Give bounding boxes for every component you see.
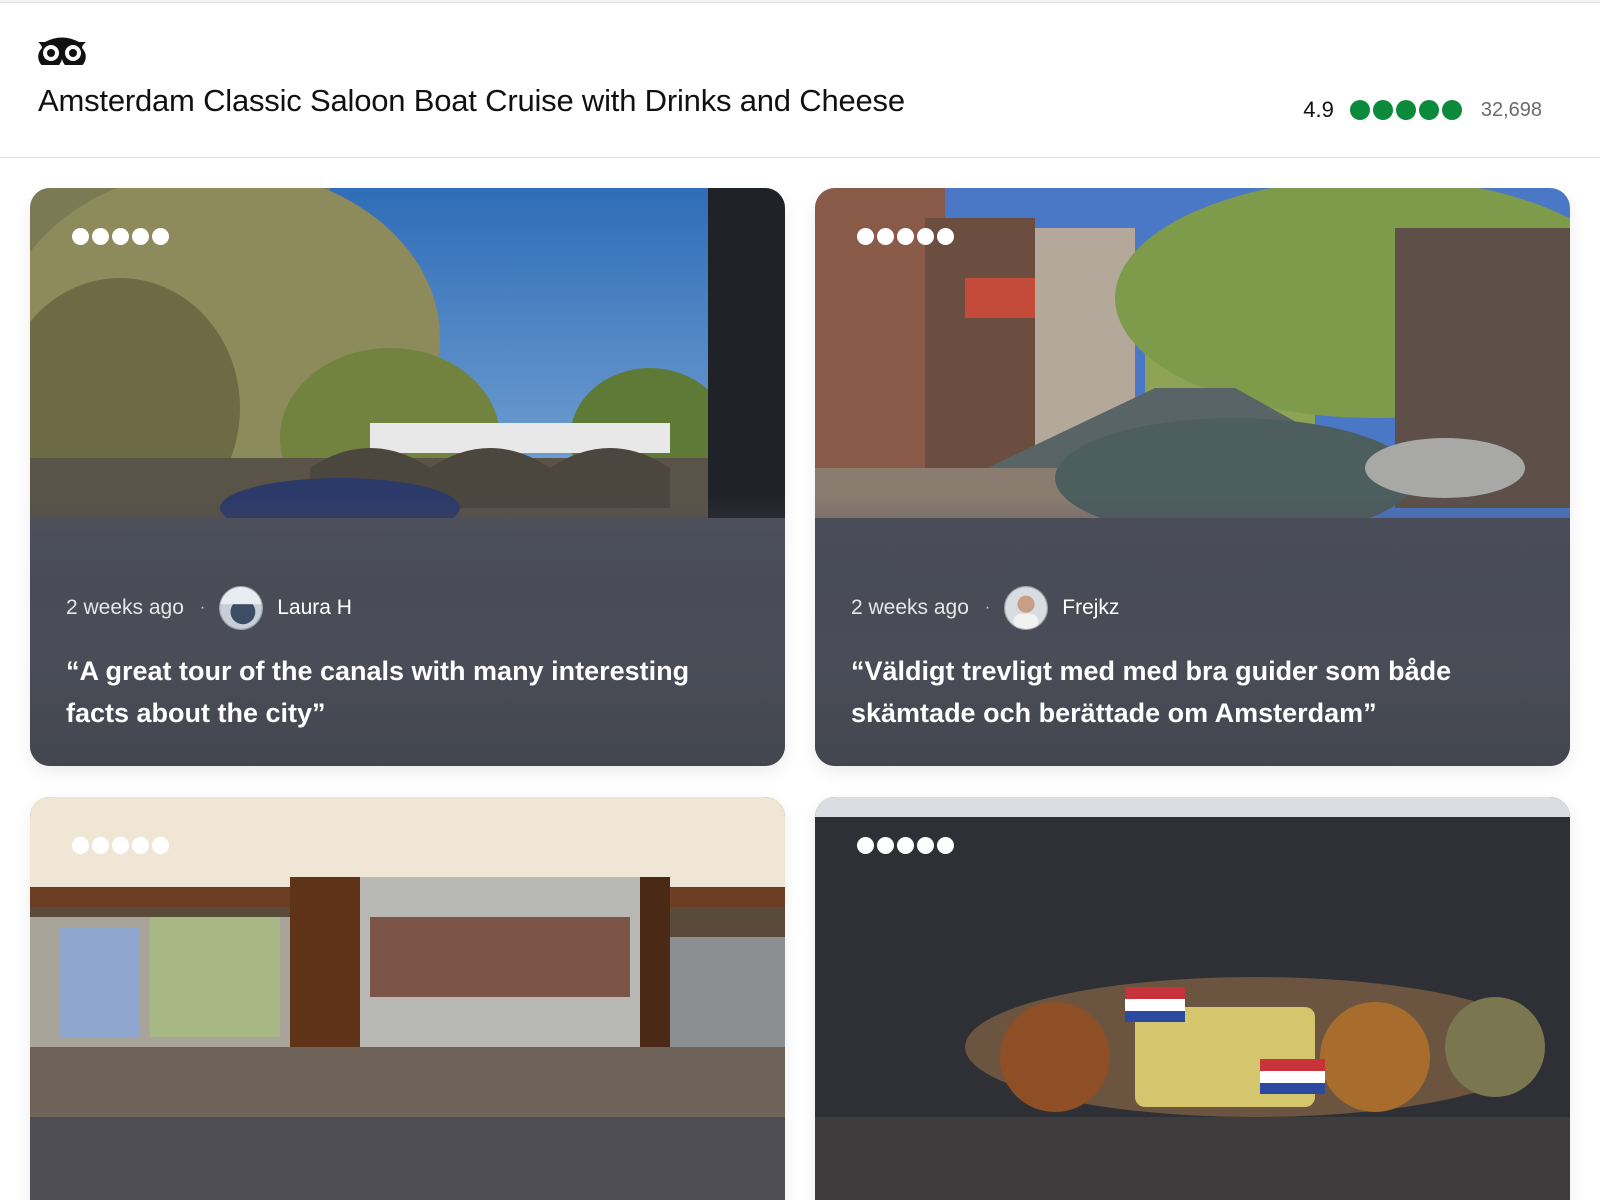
rating-bubble-icon bbox=[877, 228, 894, 245]
rating-bubble-icon bbox=[132, 228, 149, 245]
review-meta: 2 weeks ago · Laura H bbox=[66, 586, 352, 630]
card-rating-bubbles bbox=[72, 228, 172, 245]
review-card[interactable] bbox=[30, 797, 785, 1200]
separator: · bbox=[984, 599, 991, 616]
card-rating-bubbles bbox=[72, 837, 172, 854]
rating-bubble-icon bbox=[897, 837, 914, 854]
review-time: 2 weeks ago bbox=[851, 596, 969, 619]
rating-bubble-icon bbox=[72, 228, 89, 245]
review-quote: “A great tour of the canals with many in… bbox=[66, 656, 690, 728]
card-rating-bubbles bbox=[857, 228, 957, 245]
review-card[interactable] bbox=[815, 797, 1570, 1200]
rating-bubble-icon bbox=[857, 228, 874, 245]
review-card[interactable]: 2 weeks ago · Laura H “A great tour of t… bbox=[30, 188, 785, 766]
separator: · bbox=[199, 599, 206, 616]
review-author[interactable]: Frejkz bbox=[1062, 596, 1119, 620]
review-author[interactable]: Laura H bbox=[277, 596, 352, 620]
rating-bubble-icon bbox=[152, 228, 169, 245]
review-quote: “Väldigt trevligt med med bra guider som… bbox=[851, 656, 1452, 728]
rating-bubble-icon bbox=[857, 837, 874, 854]
rating-bubble-icon bbox=[112, 228, 129, 245]
rating-bubble-icon bbox=[92, 837, 109, 854]
rating-bubble-icon bbox=[112, 837, 129, 854]
rating-bubble-icon bbox=[92, 228, 109, 245]
rating-bubble-icon bbox=[937, 837, 954, 854]
rating-bubble-icon bbox=[917, 228, 934, 245]
rating-bubble-icon bbox=[152, 837, 169, 854]
rating-bubble-icon bbox=[937, 228, 954, 245]
rating-bubble-icon bbox=[897, 228, 914, 245]
avatar[interactable] bbox=[1004, 586, 1049, 630]
review-card[interactable]: 2 weeks ago · Frejkz “Väldigt trevligt m… bbox=[815, 188, 1570, 766]
review-meta: 2 weeks ago · Frejkz bbox=[851, 586, 1119, 630]
rating-bubble-icon bbox=[877, 837, 894, 854]
boat-interior-photo bbox=[30, 797, 785, 1200]
rating-bubble-icon bbox=[917, 837, 934, 854]
cheese-plate-photo bbox=[815, 797, 1570, 1200]
rating-bubble-icon bbox=[72, 837, 89, 854]
card-rating-bubbles bbox=[857, 837, 957, 854]
page: Amsterdam Classic Saloon Boat Cruise wit… bbox=[0, 2, 1600, 1200]
review-time: 2 weeks ago bbox=[66, 596, 184, 619]
avatar[interactable] bbox=[219, 586, 264, 630]
review-grid: 2 weeks ago · Laura H “A great tour of t… bbox=[0, 3, 1600, 1200]
rating-bubble-icon bbox=[132, 837, 149, 854]
